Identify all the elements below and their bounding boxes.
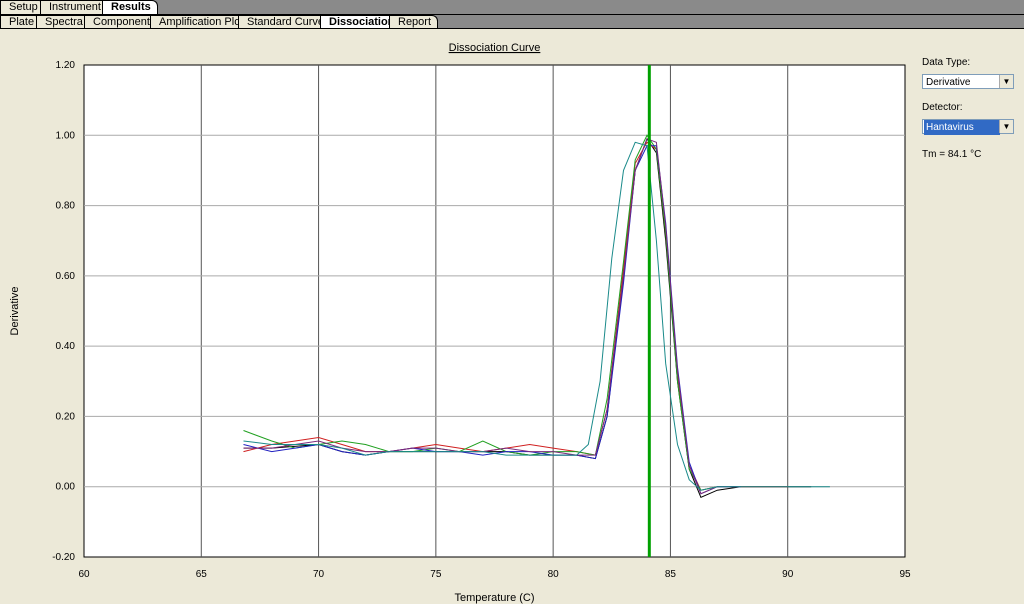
data-type-value: Derivative	[926, 77, 971, 88]
y-axis-label: Derivative	[9, 287, 21, 336]
tab-report[interactable]: Report	[389, 15, 439, 29]
detector-value: Hantavirus	[924, 120, 1000, 135]
data-type-label: Data Type:	[922, 57, 971, 68]
plot-area	[83, 64, 906, 558]
y-tick-label: 0.40	[56, 341, 76, 352]
tab-results[interactable]: Results	[102, 0, 158, 14]
x-tick-label: 75	[430, 569, 442, 580]
x-tick-label: 60	[78, 569, 90, 580]
chevron-down-icon[interactable]: ▼	[999, 75, 1013, 88]
tab-setup[interactable]: Setup	[0, 0, 45, 14]
tab-component[interactable]: Component	[84, 15, 157, 29]
results-tab-strip: Plate Spectra Component Amplification Plot S…	[0, 14, 1024, 29]
detector-label: Detector:	[922, 102, 963, 113]
y-tick-label: 0.60	[56, 271, 76, 282]
tab-instrument[interactable]: Instrument	[40, 0, 108, 14]
x-tick-label: 65	[196, 569, 208, 580]
tab-plate[interactable]: Plate	[0, 15, 42, 29]
tab-amplification-plot[interactable]: Amplification Plot	[150, 15, 251, 29]
x-tick-label: 90	[782, 569, 794, 580]
chevron-down-icon[interactable]: ▼	[999, 120, 1013, 133]
tm-readout: Tm = 84.1 °C	[922, 149, 982, 160]
chart-title: Dissociation Curve	[449, 42, 541, 54]
y-tick-label: -0.20	[52, 552, 75, 563]
dissociation-chart: 60 65 70 75 80 85 90 95 -0.20 0.00 0.20 0.40 0.60 0.8…	[9, 42, 911, 604]
x-tick-label: 80	[548, 569, 560, 580]
x-axis-label: Temperature (C)	[454, 592, 534, 604]
tab-spectra[interactable]: Spectra	[36, 15, 90, 29]
y-tick-label: 0.80	[56, 201, 76, 212]
y-tick-label: 0.00	[56, 482, 76, 493]
tab-standard-curve[interactable]: Standard Curve	[238, 15, 332, 29]
data-type-select[interactable]: Derivative ▼	[922, 74, 1014, 89]
x-tick-label: 95	[899, 569, 911, 580]
y-tick-label: 0.20	[56, 411, 76, 422]
x-tick-label: 85	[665, 569, 677, 580]
y-tick-label: 1.20	[56, 60, 76, 71]
top-tab-strip: Setup Instrument Results	[0, 0, 1024, 14]
y-tick-label: 1.00	[56, 130, 76, 141]
x-tick-label: 70	[313, 569, 325, 580]
detector-select[interactable]: Hantavirus ▼	[922, 119, 1014, 135]
